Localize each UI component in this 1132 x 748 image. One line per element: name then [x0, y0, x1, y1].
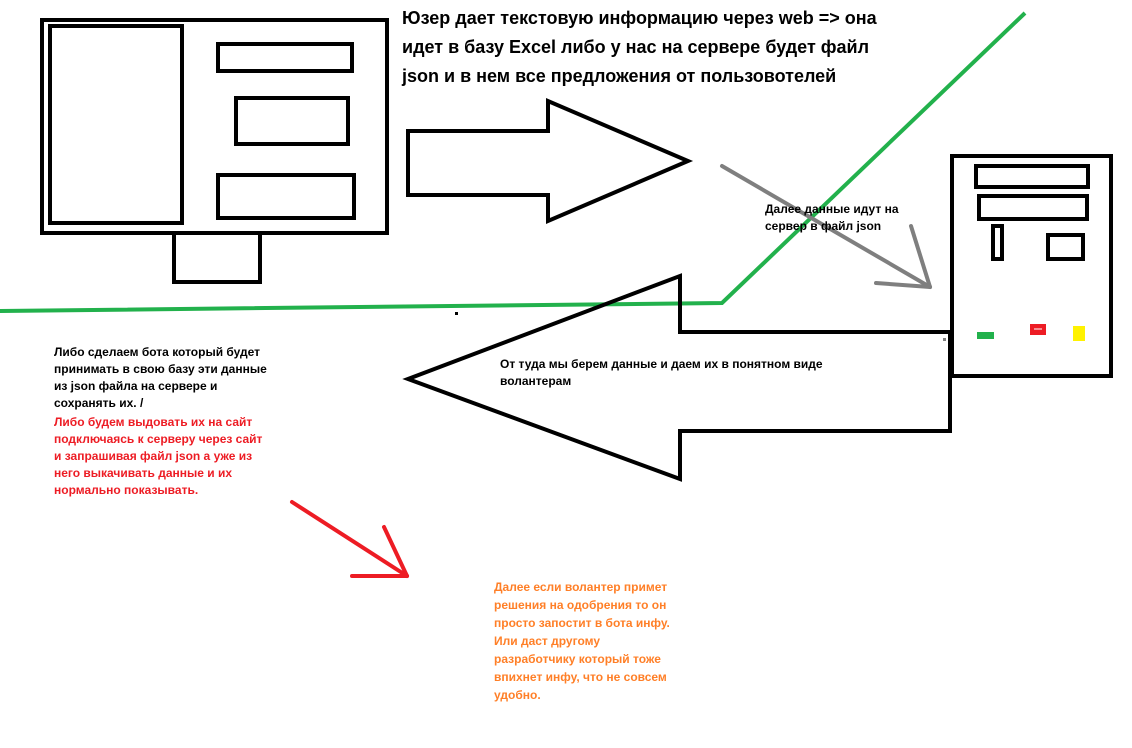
monitor-field-3: [216, 173, 356, 220]
note-title: Юзер дает текстовую информацию через web…: [402, 8, 877, 86]
monitor-sidebar: [48, 24, 184, 225]
note-site-option: Либо будем выдовать их на сайт подключая…: [54, 415, 263, 497]
server-led-green: [977, 332, 994, 339]
server-led-yellow: [1073, 326, 1085, 341]
server-icon: [950, 154, 1113, 378]
stray-dot-gray: [943, 338, 946, 341]
monitor-frame: [40, 18, 389, 235]
monitor-stand: [172, 231, 262, 284]
monitor-field-2: [234, 96, 350, 146]
server-panel: [1046, 233, 1085, 261]
arrow-right-outline: [406, 97, 694, 225]
server-bay-2: [977, 194, 1089, 221]
note-server-flow: Далее данные идут на сервер в файл json: [765, 202, 899, 233]
note-bot-option: Либо сделаем бота который будет принимат…: [54, 345, 267, 410]
stray-dot: [455, 312, 458, 315]
note-return-flow: От туда мы берем данные и даем их в поня…: [500, 357, 823, 388]
note-volunteer-step: Далее если волантер примет решения на од…: [494, 580, 670, 702]
server-slot: [991, 224, 1004, 261]
server-bay-1: [974, 164, 1090, 189]
monitor-icon: [40, 18, 389, 284]
arrow-down-right-red: [290, 500, 409, 578]
monitor-field-1: [216, 42, 354, 73]
